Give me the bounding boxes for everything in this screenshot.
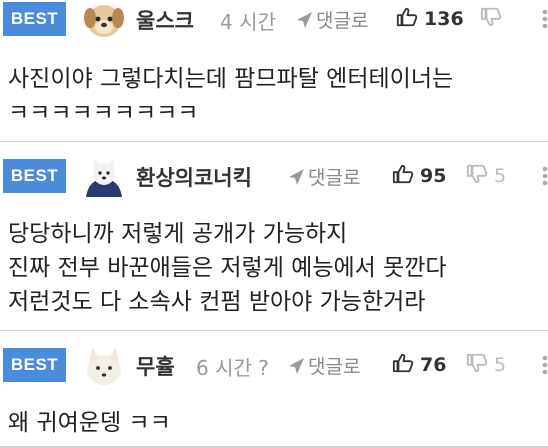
comment-line: ㅋㅋㅋㅋㅋㅋㅋㅋㅋ [8, 100, 199, 126]
comment-time: 4 시간 [220, 10, 276, 34]
comment-time: 6 시간 ? [196, 356, 269, 380]
comment-item: BEST 울스크 4 시간 댓글로 136 사진이야 그렇다치는데 팜므파탈 엔… [0, 0, 548, 142]
reply-button[interactable]: 댓글로 [288, 352, 360, 379]
puppy-avatar-icon [84, 5, 124, 37]
author-nickname[interactable]: 환상의코너킥 [136, 162, 252, 192]
author-nickname[interactable]: 무휼 [136, 351, 175, 381]
avatar[interactable] [82, 346, 126, 386]
reply-arrow-icon [297, 12, 312, 28]
reply-label: 댓글로 [308, 167, 361, 189]
downvote-count: 5 [494, 354, 507, 376]
comment-body: 왜 귀여운뎅 ㅋㅋ [8, 406, 171, 440]
downvote-button[interactable]: 5 [466, 163, 506, 187]
reply-label: 댓글로 [308, 356, 361, 378]
upvote-count: 76 [420, 354, 447, 376]
reply-label: 댓글로 [316, 10, 369, 32]
thumbs-down-icon [466, 353, 488, 373]
downvote-count: 5 [494, 165, 507, 187]
comment-header: BEST 환상의코너킥 댓글로 95 5 [0, 157, 548, 197]
dog-avatar-icon [86, 159, 122, 197]
reply-arrow-icon [289, 169, 304, 185]
thumbs-up-icon [396, 7, 418, 27]
comment-line: 왜 귀여운뎅 ㅋㅋ [8, 410, 171, 436]
downvote-button[interactable]: 5 [466, 352, 506, 376]
upvote-button[interactable]: 76 [392, 352, 446, 376]
comment-line: 저런것도 다 소속사 컨펌 받아야 가능한거라 [8, 289, 426, 315]
comment-item: BEST 무휼 6 시간 ? 댓글로 76 5 왜 귀여운뎅 ㅋㅋ [0, 331, 548, 447]
more-options-icon[interactable] [526, 4, 548, 34]
thumbs-down-icon [480, 7, 502, 27]
reply-button[interactable]: 댓글로 [288, 163, 360, 190]
best-badge: BEST [3, 2, 66, 36]
comment-line: 사진이야 그렇다치는데 팜므파탈 엔터테이너는 [8, 66, 454, 92]
downvote-button[interactable] [480, 6, 508, 30]
best-badge: BEST [3, 159, 66, 193]
upvote-count: 95 [420, 165, 447, 187]
comment-body: 사진이야 그렇다치는데 팜므파탈 엔터테이너는 ㅋㅋㅋㅋㅋㅋㅋㅋㅋ [8, 62, 453, 130]
comment-item: BEST 환상의코너킥 댓글로 95 5 당당하니까 저렇게 공개가 가능하지진… [0, 142, 548, 331]
upvote-button[interactable]: 136 [396, 6, 464, 30]
thumbs-up-icon [392, 353, 414, 373]
reply-button[interactable]: 댓글로 [296, 6, 368, 33]
more-options-icon[interactable] [526, 350, 548, 380]
more-options-icon[interactable] [526, 161, 548, 191]
thumbs-up-icon [392, 164, 414, 184]
avatar[interactable] [82, 0, 126, 40]
comment-body: 당당하니까 저렇게 공개가 가능하지진짜 전부 바꾼애들은 저렇게 예능에서 못… [8, 217, 447, 319]
comment-line: 진짜 전부 바꾼애들은 저렇게 예능에서 못깐다 [8, 255, 447, 281]
thumbs-down-icon [466, 164, 488, 184]
avatar[interactable] [82, 157, 126, 197]
upvote-button[interactable]: 95 [392, 163, 446, 187]
fox-avatar-icon [87, 348, 121, 385]
upvote-count: 136 [424, 8, 464, 30]
best-badge: BEST [3, 348, 66, 382]
comment-header: BEST 무휼 6 시간 ? 댓글로 76 5 [0, 346, 548, 386]
author-nickname[interactable]: 울스크 [136, 5, 194, 35]
comment-header: BEST 울스크 4 시간 댓글로 136 [0, 0, 548, 40]
comment-line: 당당하니까 저렇게 공개가 가능하지 [8, 221, 348, 247]
reply-arrow-icon [289, 358, 304, 374]
